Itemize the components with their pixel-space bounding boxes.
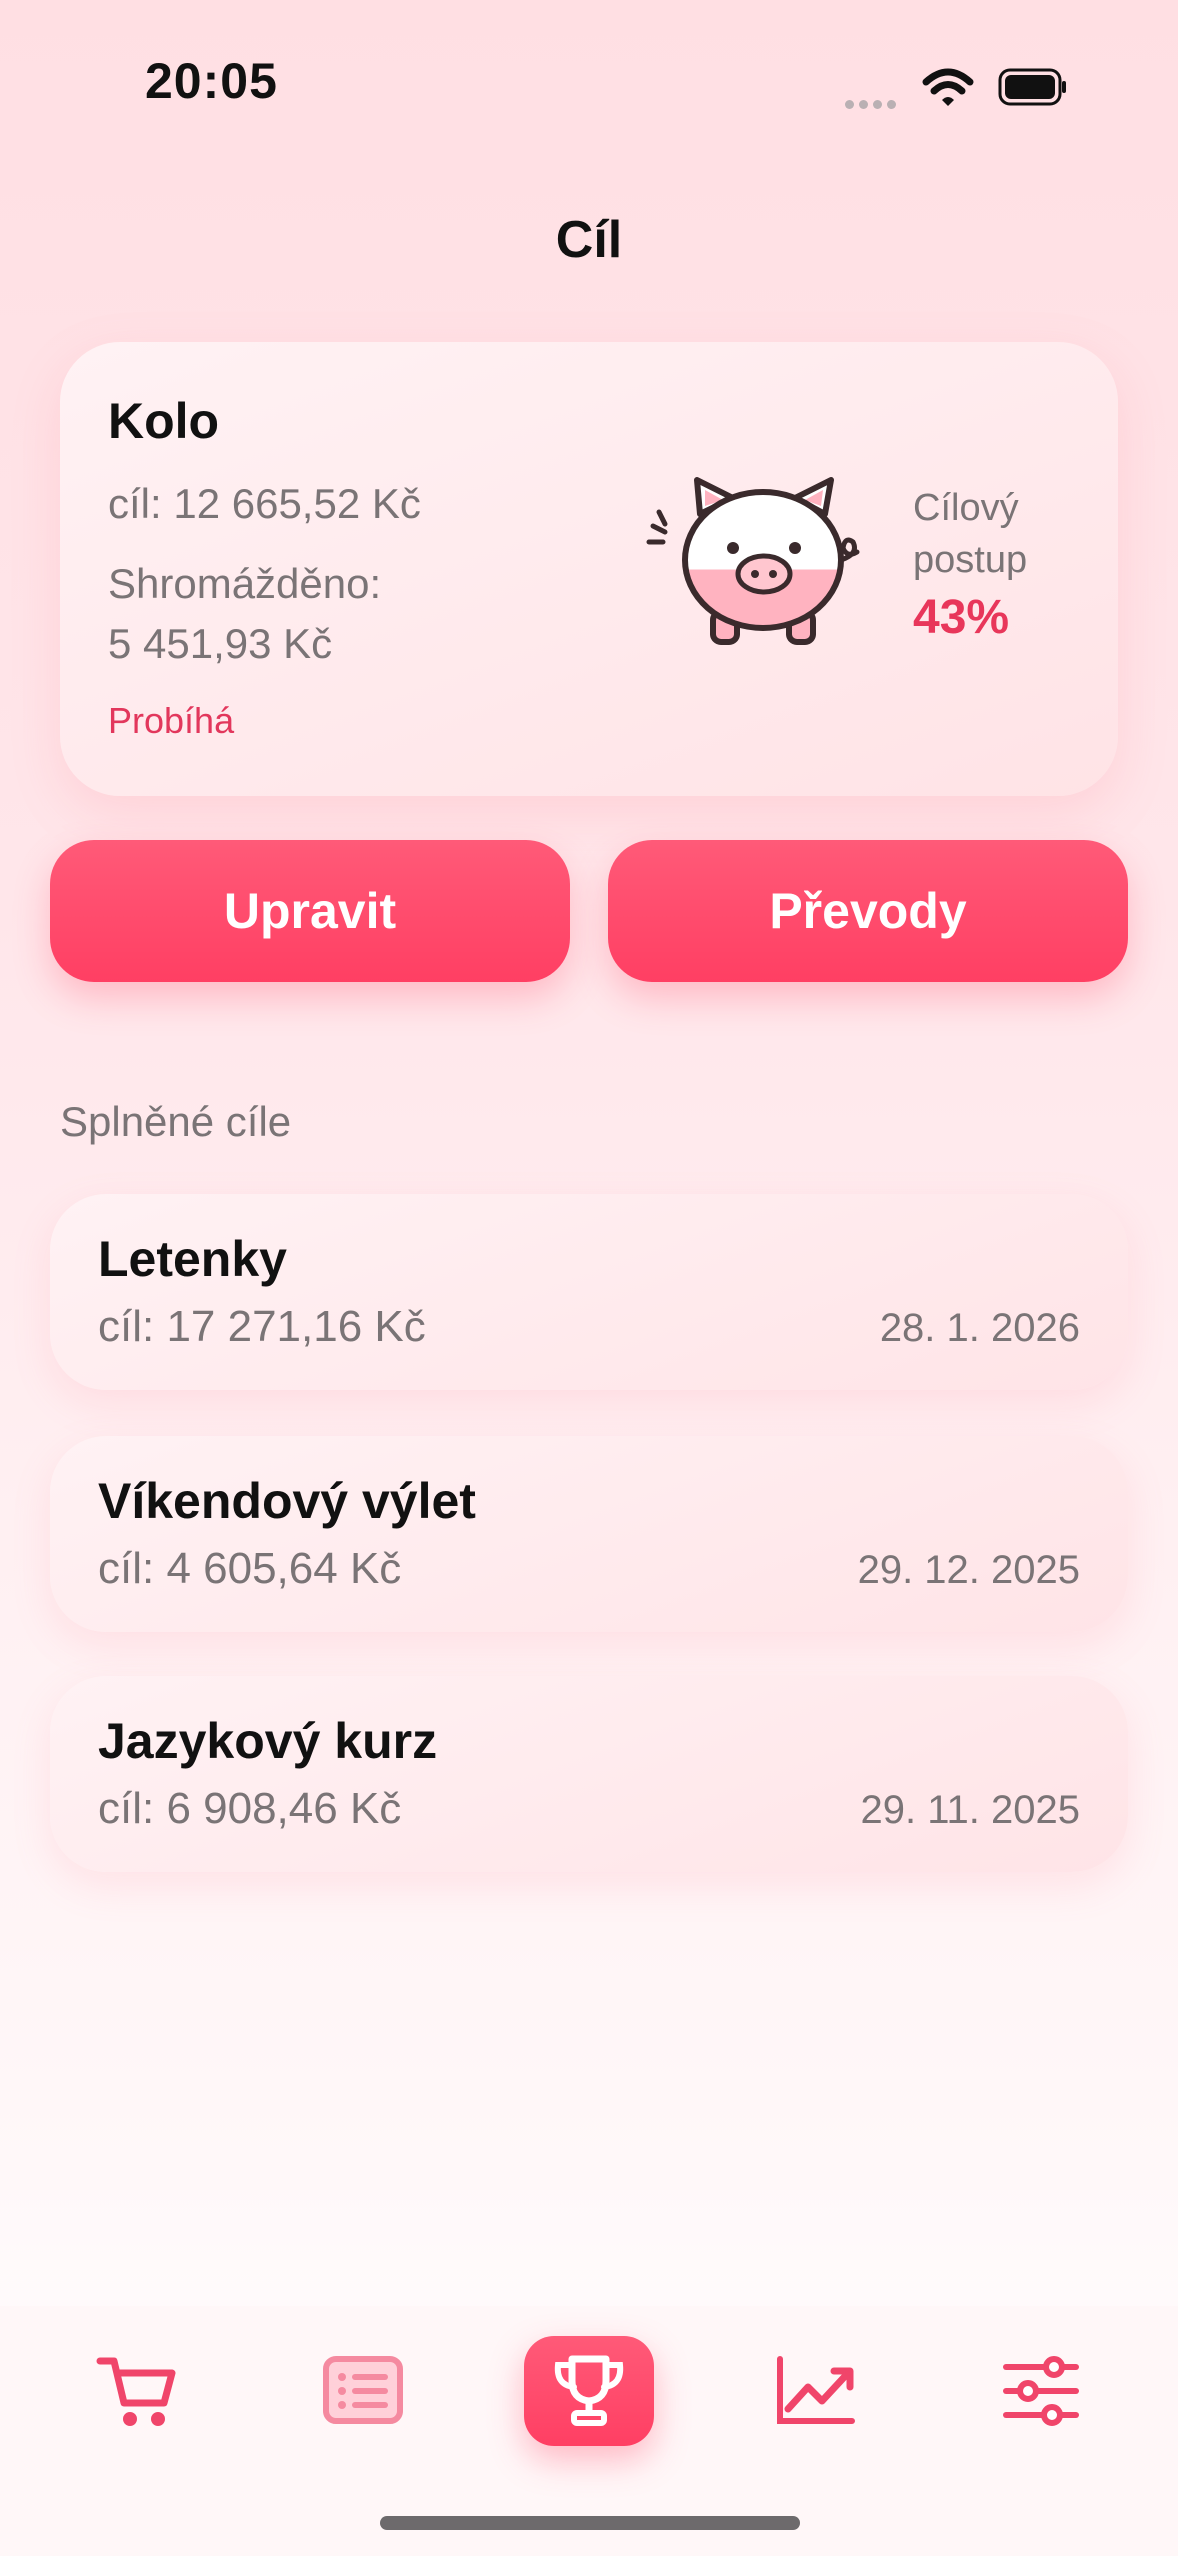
battery-icon — [998, 68, 1066, 106]
status-time: 20:05 — [145, 53, 278, 109]
goal-progress-value: 43% — [913, 591, 1010, 644]
goal-name: Kolo — [108, 393, 220, 449]
completed-goal-name: Víkendový výlet — [98, 1473, 476, 1529]
goal-collected-label: Shromážděno: — [108, 560, 382, 607]
completed-goal-date: 29. 12. 2025 — [857, 1548, 1080, 1592]
cart-icon — [96, 2357, 176, 2426]
tab-shopping[interactable] — [72, 2336, 202, 2446]
completed-goal-target: cíl: 4 605,64 Kč — [98, 1544, 402, 1593]
completed-goals-title: Splněné cíle — [60, 1098, 292, 1145]
completed-goal-name: Jazykový kurz — [98, 1713, 438, 1769]
completed-goal-date: 29. 11. 2025 — [860, 1788, 1080, 1832]
completed-goal-target: cíl: 6 908,46 Kč — [98, 1784, 402, 1833]
page-title: Cíl — [555, 211, 623, 269]
tab-goals[interactable] — [524, 2336, 654, 2446]
goal-target: cíl: 12 665,52 Kč — [108, 480, 421, 527]
completed-goal-date: 28. 1. 2026 — [879, 1306, 1080, 1350]
completed-goal-item[interactable]: Víkendový výlet cíl: 4 605,64 Kč 29. 12.… — [50, 1436, 1128, 1632]
tab-settings[interactable] — [976, 2336, 1106, 2446]
cellular-signal-icon — [845, 96, 905, 109]
tab-statistics[interactable] — [750, 2336, 880, 2446]
completed-goal-target: cíl: 17 271,16 Kč — [98, 1302, 426, 1351]
completed-goal-item[interactable]: Jazykový kurz cíl: 6 908,46 Kč 29. 11. 2… — [50, 1676, 1128, 1872]
goal-collected-value: 5 451,93 Kč — [108, 620, 333, 667]
current-goal-card[interactable]: Kolo cíl: 12 665,52 Kč Shromážděno: 5 45… — [60, 342, 1118, 796]
edit-button[interactable]: Upravit — [50, 840, 570, 982]
goal-status: Probíhá — [108, 700, 235, 741]
tab-records[interactable] — [298, 2336, 428, 2446]
completed-goal-item[interactable]: Letenky cíl: 17 271,16 Kč 28. 1. 2026 — [50, 1194, 1128, 1390]
chart-icon — [777, 2356, 855, 2424]
transfers-button[interactable]: Převody — [608, 840, 1128, 982]
piggy-bank-icon — [646, 477, 860, 645]
home-indicator — [380, 2516, 800, 2530]
completed-goal-name: Letenky — [98, 1231, 287, 1287]
sliders-icon — [1003, 2356, 1079, 2426]
goal-progress-label: Cílový postup — [913, 487, 1028, 581]
trophy-icon — [554, 2355, 624, 2426]
list-icon — [323, 2356, 403, 2424]
wifi-icon — [922, 68, 974, 106]
